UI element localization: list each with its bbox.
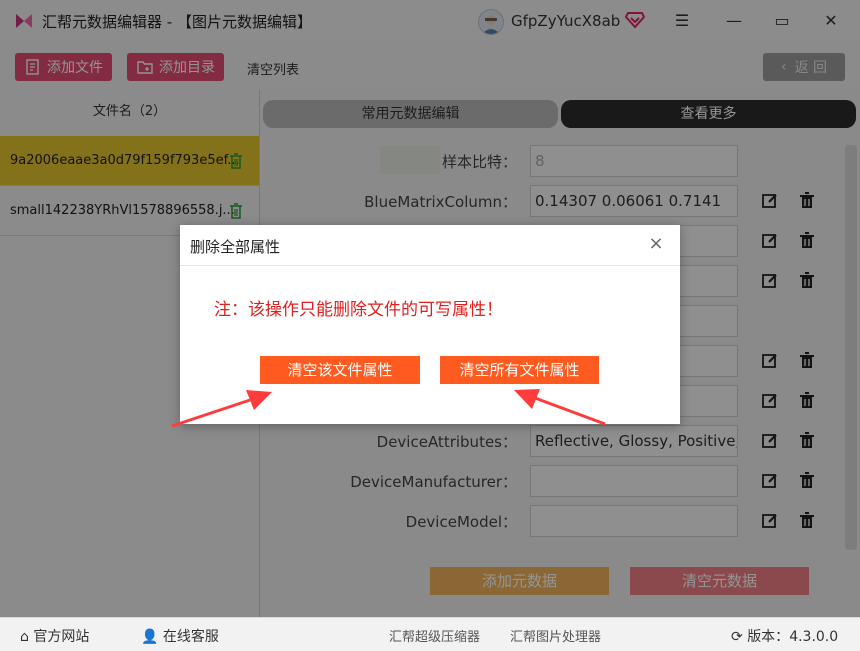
home-icon: ⌂ (20, 629, 29, 645)
compressor-link[interactable]: 汇帮超级压缩器 (389, 626, 480, 645)
website-link[interactable]: ⌂ 官方网站 (20, 626, 89, 646)
delete-all-dialog: 删除全部属性 × 注：该操作只能删除文件的可写属性！ 清空该文件属性 清空所有文… (180, 225, 680, 424)
footer: ⌂ 官方网站 👤 在线客服 汇帮超级压缩器 汇帮图片处理器 ⟳ 版本：4.3.0… (0, 617, 860, 651)
version-info: ⟳ 版本：4.3.0.0 (731, 626, 838, 646)
version-label: 版本： (747, 629, 790, 645)
support-link[interactable]: 👤 在线客服 (141, 626, 219, 646)
dialog-title: 删除全部属性 (190, 238, 281, 256)
refresh-icon[interactable]: ⟳ (731, 629, 743, 645)
close-icon[interactable]: × (646, 233, 666, 254)
divider (180, 265, 680, 266)
warning-message: 注：该操作只能删除文件的可写属性！ (214, 300, 503, 320)
user-icon: 👤 (141, 629, 159, 645)
image-tool-link[interactable]: 汇帮图片处理器 (510, 626, 601, 645)
version-number: 4.3.0.0 (789, 629, 839, 645)
clear-all-files-button[interactable]: 清空所有文件属性 (440, 356, 599, 384)
website-label: 官方网站 (33, 629, 90, 645)
support-label: 在线客服 (162, 629, 219, 645)
clear-this-file-button[interactable]: 清空该文件属性 (260, 356, 420, 384)
